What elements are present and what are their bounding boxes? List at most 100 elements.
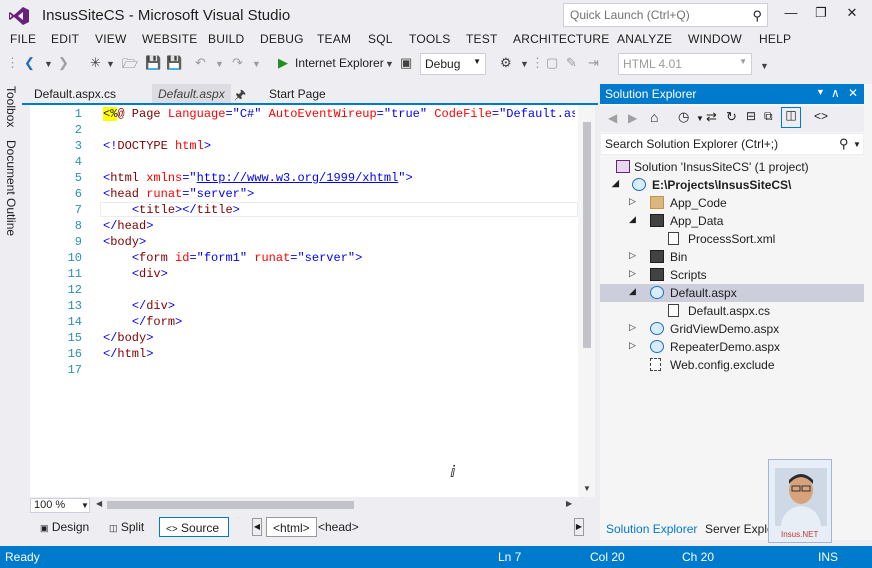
quick-launch-input[interactable]: Quick Launch (Ctrl+Q) ⚲ xyxy=(563,3,768,27)
tree-item-default-aspx-cs[interactable]: Default.aspx.cs xyxy=(600,302,864,320)
show-all-files-icon[interactable]: ◫ xyxy=(781,107,801,128)
search-icon[interactable]: ⚲ xyxy=(839,136,849,152)
expanded-arrow-icon[interactable]: ◢ xyxy=(629,286,636,297)
menu-tools[interactable]: TOOLS xyxy=(409,32,450,46)
menu-debug[interactable]: DEBUG xyxy=(260,32,304,46)
pending-dropdown-icon[interactable]: ▼ xyxy=(696,114,704,123)
breadcrumb-prev-icon[interactable]: ◀ xyxy=(252,518,262,536)
tree-item-web-config[interactable]: Web.config.exclude xyxy=(600,356,864,374)
comment-icon[interactable]: ✎ xyxy=(566,55,577,71)
menu-team[interactable]: TEAM xyxy=(317,32,351,46)
toolbox-tab[interactable]: Toolbox xyxy=(4,86,18,127)
menu-help[interactable]: HELP xyxy=(759,32,791,46)
home-icon[interactable]: ⌂ xyxy=(650,109,658,125)
menu-architecture[interactable]: ARCHITECTURE xyxy=(513,32,609,46)
start-debugging-icon[interactable]: ▶ xyxy=(278,55,288,71)
redo-icon[interactable]: ↷ xyxy=(232,55,243,71)
collapse-all-icon[interactable]: ⊟ xyxy=(746,109,756,123)
html-version-select[interactable]: HTML 4.01 ▼ xyxy=(618,53,752,75)
pending-changes-icon[interactable]: ◷ xyxy=(678,109,689,125)
collapsed-arrow-icon[interactable]: ▷ xyxy=(629,196,636,207)
search-options-icon[interactable]: ▼ xyxy=(853,140,861,149)
tree-item-repeaterdemo[interactable]: ▷ RepeaterDemo.aspx xyxy=(600,338,864,356)
panel-menu-icon[interactable]: ▼ xyxy=(816,87,825,97)
menu-test[interactable]: TEST xyxy=(466,32,497,46)
collapsed-arrow-icon[interactable]: ▷ xyxy=(629,268,636,279)
navigate-forward-icon[interactable]: ❯ xyxy=(58,55,69,71)
document-icon[interactable]: ▢ xyxy=(546,55,558,71)
view-code-icon[interactable]: <> xyxy=(814,109,828,123)
zoom-select[interactable]: 100 % ▼ xyxy=(30,498,90,513)
new-project-dropdown-icon[interactable]: ▼ xyxy=(106,59,115,69)
menu-website[interactable]: WEBSITE xyxy=(142,32,197,46)
tab-default-aspx[interactable]: Default.aspx xyxy=(152,84,231,104)
solution-configuration-select[interactable]: Debug ▼ xyxy=(420,53,486,75)
tree-item-processsort-xml[interactable]: ProcessSort.xml xyxy=(600,230,864,248)
open-file-icon[interactable]: 🗁 xyxy=(122,55,138,77)
menu-build[interactable]: BUILD xyxy=(208,32,244,46)
menu-sql[interactable]: SQL xyxy=(368,32,393,46)
source-view-button[interactable]: <> Source xyxy=(159,517,229,537)
undo-dropdown-icon[interactable]: ▼ xyxy=(215,59,224,69)
tree-item-gridviewdemo[interactable]: ▷ GridViewDemo.aspx xyxy=(600,320,864,338)
tree-item-app-data[interactable]: ◢ App_Data xyxy=(600,212,864,230)
refresh-icon[interactable]: ↻ xyxy=(726,109,737,125)
forward-icon[interactable]: ▶ xyxy=(628,111,637,125)
menu-window[interactable]: WINDOW xyxy=(688,32,742,46)
run-target-dropdown-icon[interactable]: ▼ xyxy=(385,59,394,69)
code-editor[interactable]: 1 2 3 4 5 6 7 8 9 10 11 12 13 14 15 16 1… xyxy=(30,105,589,497)
browser-link-icon[interactable]: ▣ xyxy=(400,55,412,71)
tree-item-solution[interactable]: Solution 'InsusSiteCS' (1 project) xyxy=(600,158,864,176)
toolbar-overflow-icon[interactable]: ▼ xyxy=(760,61,769,71)
breadcrumb-html[interactable]: <html> xyxy=(266,517,317,537)
copy-icon[interactable]: ⧉ xyxy=(764,109,773,124)
menu-view[interactable]: VIEW xyxy=(95,32,126,46)
solution-search-input[interactable]: Search Solution Explorer (Ctrl+;) ⚲ ▼ xyxy=(600,133,864,155)
scroll-down-icon[interactable]: ▼ xyxy=(583,484,591,493)
menu-edit[interactable]: EDIT xyxy=(51,32,79,46)
run-target-label[interactable]: Internet Explorer xyxy=(295,56,384,70)
tree-item-scripts[interactable]: ▷ Scripts xyxy=(600,266,864,284)
indent-icon[interactable]: ⇥ xyxy=(588,55,599,71)
tree-item-project[interactable]: ◢ E:\Projects\InsusSiteCS\ xyxy=(600,176,864,194)
tree-item-app-code[interactable]: ▷ App_Code xyxy=(600,194,864,212)
xmlns-link[interactable]: http://www.w3.org/1999/xhtml xyxy=(197,171,399,185)
sync-icon[interactable]: ⇄ xyxy=(706,109,717,125)
collapsed-arrow-icon[interactable]: ▷ xyxy=(629,322,636,333)
restore-button[interactable]: ❐ xyxy=(808,2,834,24)
expanded-arrow-icon[interactable]: ◢ xyxy=(629,214,636,225)
breadcrumb-head[interactable]: <head> xyxy=(312,517,365,537)
vertical-scroll-thumb[interactable] xyxy=(583,122,591,348)
scroll-left-icon[interactable]: ◀ xyxy=(96,499,102,508)
tab-start-page[interactable]: Start Page xyxy=(263,84,332,104)
expanded-arrow-icon[interactable]: ◢ xyxy=(612,178,619,189)
design-view-button[interactable]: ▣ Design xyxy=(34,517,95,537)
minimize-button[interactable]: — xyxy=(778,2,804,24)
attach-process-icon[interactable]: ⚙ xyxy=(500,55,512,71)
navigate-back-icon[interactable]: ❮ xyxy=(24,55,35,71)
search-icon[interactable]: ⚲ xyxy=(752,8,762,24)
pin-icon[interactable]: ∧ xyxy=(831,86,840,100)
document-outline-tab[interactable]: Document Outline xyxy=(4,140,18,236)
save-all-icon[interactable]: 💾 xyxy=(166,55,182,71)
attach-dropdown-icon[interactable]: ▼ xyxy=(520,59,529,69)
back-dropdown-icon[interactable]: ▼ xyxy=(44,59,53,69)
scroll-right-icon[interactable]: ▶ xyxy=(566,499,572,508)
tab-default-aspx-cs[interactable]: Default.aspx.cs xyxy=(28,84,122,104)
collapsed-arrow-icon[interactable]: ▷ xyxy=(629,250,636,261)
collapsed-arrow-icon[interactable]: ▷ xyxy=(629,340,636,351)
tab-solution-explorer[interactable]: Solution Explorer xyxy=(606,522,697,536)
breadcrumb-next-icon[interactable]: ▶ xyxy=(574,518,584,536)
back-icon[interactable]: ◀ xyxy=(608,111,617,125)
close-panel-icon[interactable]: ✕ xyxy=(848,86,858,100)
save-icon[interactable]: 💾 xyxy=(145,55,161,71)
new-project-icon[interactable]: ✳ xyxy=(90,55,101,71)
redo-dropdown-icon[interactable]: ▼ xyxy=(252,59,261,69)
horizontal-scroll-thumb[interactable] xyxy=(107,501,354,509)
split-view-button[interactable]: ◫ Split xyxy=(103,517,150,537)
menu-analyze[interactable]: ANALYZE xyxy=(617,32,672,46)
tree-item-default-aspx[interactable]: ◢ Default.aspx xyxy=(600,284,864,302)
close-button[interactable]: ✕ xyxy=(839,2,865,24)
undo-icon[interactable]: ↶ xyxy=(195,55,206,71)
menu-file[interactable]: FILE xyxy=(10,32,36,46)
